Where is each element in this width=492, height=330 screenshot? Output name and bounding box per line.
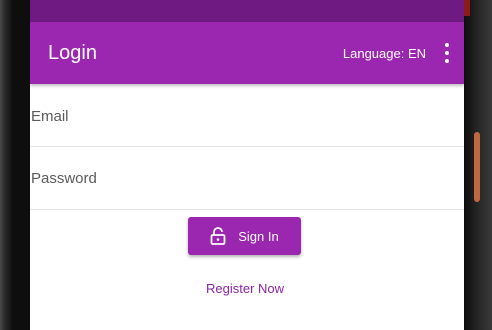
device-bezel-left-inner [12, 0, 30, 330]
page-title: Login [48, 41, 97, 64]
sign-in-label: Sign In [238, 228, 279, 244]
lock-open-icon [210, 227, 226, 245]
status-bar [30, 0, 464, 22]
email-input[interactable] [30, 107, 464, 125]
login-actions: Sign In Register Now [30, 210, 464, 330]
language-selector[interactable]: Language: EN [343, 46, 426, 61]
more-vert-icon[interactable] [444, 43, 450, 63]
sign-in-button[interactable]: Sign In [188, 217, 301, 255]
password-field-container [30, 147, 464, 210]
app-bar: Login Language: EN [30, 22, 464, 84]
app-screen: Login Language: EN Sign In Register Now [30, 0, 464, 330]
password-input[interactable] [30, 169, 464, 187]
device-side-button [474, 132, 480, 202]
email-field-container [30, 84, 464, 147]
device-bezel-left [0, 0, 12, 330]
device-frame: Login Language: EN Sign In Register Now [0, 0, 492, 330]
register-now-link[interactable]: Register Now [30, 281, 460, 296]
